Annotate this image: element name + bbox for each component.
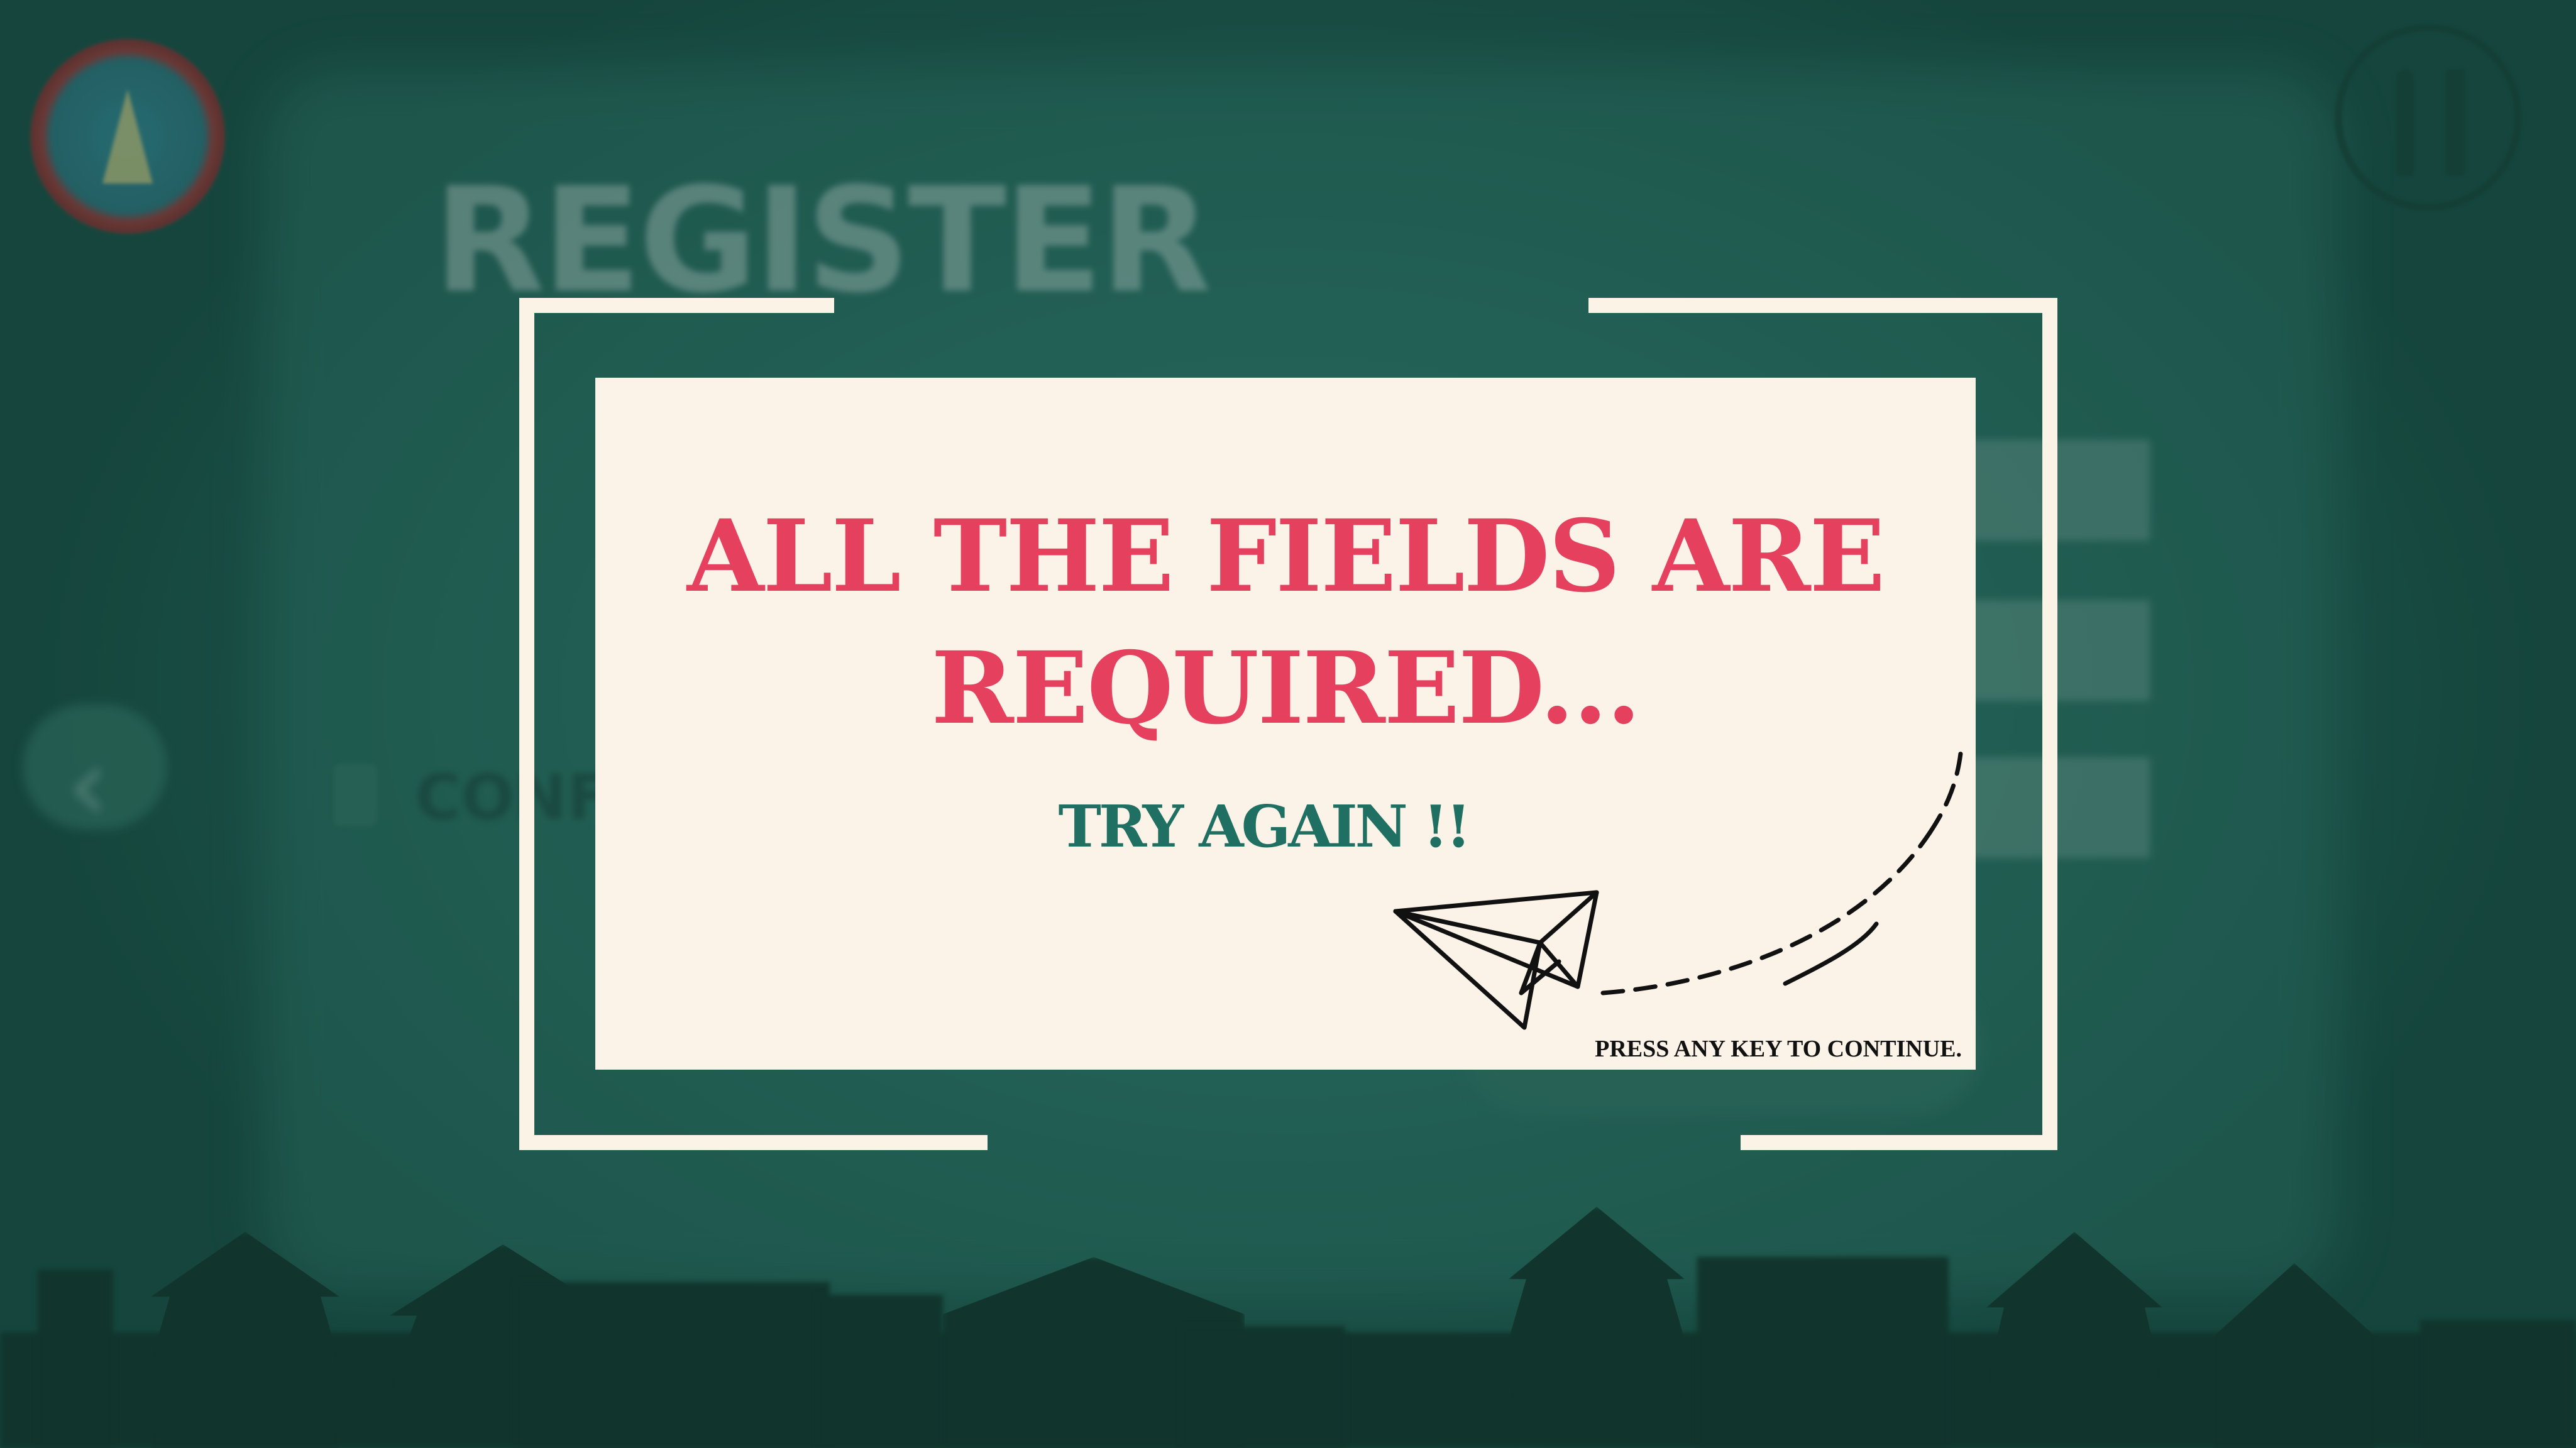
error-title-line1: ALL THE FIELDS ARE: [686, 498, 1885, 615]
error-title: ALL THE FIELDS ARE REQUIRED...: [595, 491, 1976, 755]
error-title-line2: REQUIRED...: [931, 630, 1641, 747]
paper-plane-icon: [1393, 748, 1964, 1030]
continue-hint: PRESS ANY KEY TO CONTINUE.: [1595, 1036, 1962, 1062]
